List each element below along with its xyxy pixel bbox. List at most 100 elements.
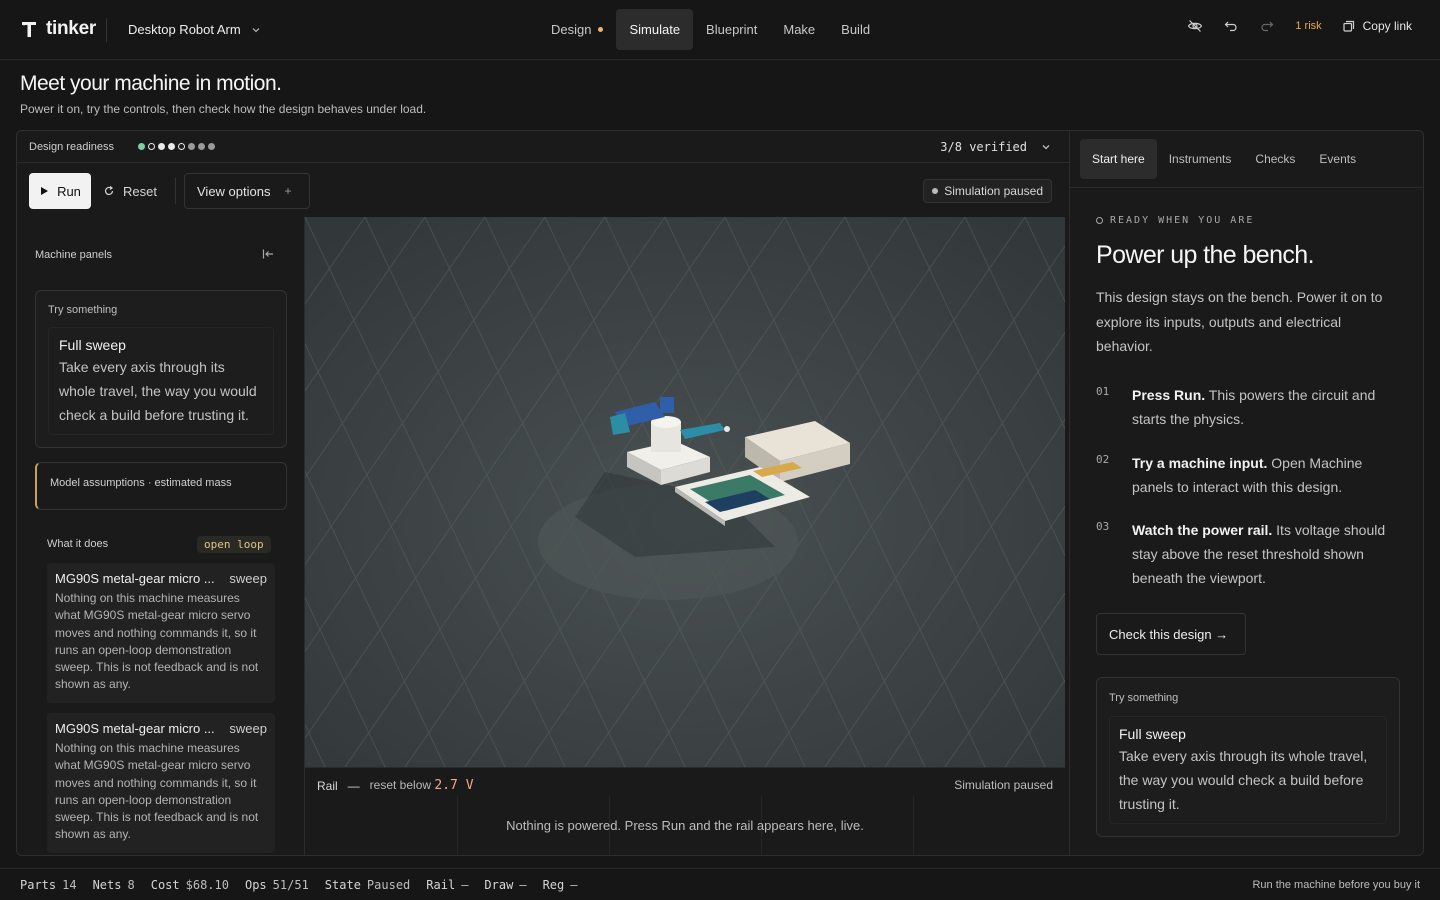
servo-name: MG90S metal-gear micro ... xyxy=(55,721,215,736)
model-assumptions-card[interactable]: Model assumptions · estimated mass xyxy=(35,462,287,510)
full-sweep-action[interactable]: Full sweep Take every axis through its w… xyxy=(48,327,274,435)
readiness-dot xyxy=(188,143,195,150)
page-title: Meet your machine in motion. xyxy=(20,72,282,95)
stat-state: State Paused xyxy=(324,878,411,892)
step-bold: Try a machine input. xyxy=(1132,455,1268,471)
readiness-dot xyxy=(148,143,155,150)
power-rail-panel: Rail — reset below 2.7 V Simulation paus… xyxy=(305,767,1065,855)
guide-panel: Start here Instruments Checks Events REA… xyxy=(1069,131,1423,855)
risk-indicator[interactable]: 1 risk xyxy=(1295,20,1321,32)
tab-instruments[interactable]: Instruments xyxy=(1157,139,1244,179)
3d-viewport[interactable] xyxy=(305,217,1065,767)
chevron-down-icon xyxy=(252,27,260,32)
kicker-text: READY WHEN YOU ARE xyxy=(1110,215,1255,226)
ring-icon xyxy=(1096,217,1103,224)
simulation-panel: Design readiness 3/8 verified Run Reset … xyxy=(16,130,1424,856)
stat-ops: Ops 51/51 xyxy=(244,878,309,892)
verified-count[interactable]: 3/8 verified xyxy=(940,140,1051,154)
readiness-label: Design readiness xyxy=(29,141,114,153)
view-options-button[interactable]: View options + xyxy=(184,173,310,209)
viewport-scene xyxy=(305,217,1065,767)
stat-rail: Rail — xyxy=(426,878,469,892)
check-design-button[interactable]: Check this design → xyxy=(1096,613,1246,655)
action-title: Full sweep xyxy=(59,337,126,353)
reset-threshold-label: reset below 2.7 V xyxy=(370,778,474,793)
stat-parts: Parts 14 xyxy=(20,878,77,892)
warning-dot xyxy=(598,27,604,32)
step-text: Press Run. This powers the circuit and s… xyxy=(1132,383,1396,431)
plus-icon: + xyxy=(284,184,292,198)
full-sweep-action[interactable]: Full sweep Take every axis through its w… xyxy=(1109,716,1387,824)
toolbar: 1 risk Copy link xyxy=(1187,18,1412,34)
action-description: Take every axis through its whole travel… xyxy=(59,359,257,423)
card-label: Try something xyxy=(1109,692,1179,704)
tab-label: Build xyxy=(841,22,871,37)
tab-simulate[interactable]: Simulate xyxy=(616,9,694,50)
stat-nets: Nets 8 xyxy=(92,878,135,892)
tab-label: Design xyxy=(551,22,592,37)
rail-label: Rail — reset below 2.7 V xyxy=(317,778,474,793)
verified-text: 3/8 verified xyxy=(940,140,1027,154)
divider xyxy=(1070,187,1423,188)
ready-kicker: READY WHEN YOU ARE xyxy=(1096,215,1254,226)
tab-design[interactable]: Design xyxy=(538,9,616,50)
status-note: Run the machine before you buy it xyxy=(1252,879,1420,891)
project-selector[interactable]: Desktop Robot Arm xyxy=(128,22,261,37)
tinker-logo-icon xyxy=(22,22,36,37)
servo-description: Nothing on this machine measures what MG… xyxy=(55,741,259,842)
simulation-controls: Run Reset View options + Simulation paus… xyxy=(17,164,1069,217)
readiness-dot xyxy=(158,143,165,150)
tab-make[interactable]: Make xyxy=(770,9,828,50)
rail-empty-message: Nothing is powered. Press Run and the ra… xyxy=(506,818,864,833)
chevron-down-icon xyxy=(1042,145,1050,150)
copy-link-label: Copy link xyxy=(1362,19,1412,33)
guide-title: Power up the bench. xyxy=(1096,241,1315,269)
reset-button[interactable]: Reset xyxy=(103,173,157,209)
step-text: Watch the power rail. Its voltage should… xyxy=(1132,518,1396,590)
copy-link-button[interactable]: Copy link xyxy=(1342,19,1412,33)
tab-events[interactable]: Events xyxy=(1307,139,1368,179)
status-bar: Parts 14 Nets 8 Cost $68.10 Ops 51/51 State P… xyxy=(0,868,1440,900)
play-icon xyxy=(41,187,49,195)
logo[interactable]: tinker xyxy=(20,18,96,40)
try-something-card: Try something Full sweep Take every axis… xyxy=(35,290,287,448)
tab-label: Make xyxy=(783,22,816,37)
machine-panels-sidebar: Machine panels Try something Full sweep … xyxy=(17,217,305,855)
rail-title: Rail xyxy=(317,778,338,793)
servo-card[interactable]: MG90S metal-gear micro ... sweep Nothing… xyxy=(47,563,275,703)
eye-off-icon[interactable] xyxy=(1187,18,1203,34)
readiness-dot xyxy=(168,143,175,150)
step-text: Try a machine input. Open Machine panels… xyxy=(1132,451,1396,499)
servo-mode: sweep xyxy=(229,571,267,586)
tab-blueprint[interactable]: Blueprint xyxy=(693,9,770,50)
collapse-sidebar-icon[interactable] xyxy=(261,247,275,264)
servo-card[interactable]: MG90S metal-gear micro ... sweep Nothing… xyxy=(47,713,275,853)
tab-checks[interactable]: Checks xyxy=(1243,139,1307,179)
what-it-does-heading: What it does xyxy=(47,538,109,550)
readiness-dot xyxy=(138,143,145,150)
divider xyxy=(106,18,107,42)
action-description: Take every axis through its whole travel… xyxy=(1119,748,1368,812)
stat-cost: Cost $68.10 xyxy=(150,878,229,892)
readiness-dot xyxy=(198,143,205,150)
assumptions-text: Model assumptions · estimated mass xyxy=(50,477,232,489)
step-number: 02 xyxy=(1096,453,1110,466)
action-title: Full sweep xyxy=(1119,726,1186,742)
redo-icon[interactable] xyxy=(1259,18,1275,34)
tab-label: Blueprint xyxy=(706,22,758,37)
readiness-bar[interactable]: Design readiness 3/8 verified xyxy=(17,131,1069,163)
run-button[interactable]: Run xyxy=(29,173,91,209)
card-label: Try something xyxy=(48,304,118,316)
tab-label: Simulate xyxy=(629,22,681,37)
stat-draw: Draw — xyxy=(484,878,527,892)
undo-icon[interactable] xyxy=(1223,18,1239,34)
tab-build[interactable]: Build xyxy=(828,9,883,50)
copy-icon xyxy=(1343,20,1354,32)
open-loop-badge: open loop xyxy=(197,536,271,553)
tab-start-here[interactable]: Start here xyxy=(1080,139,1157,179)
simulation-status-badge: Simulation paused xyxy=(923,179,1052,203)
stat-reg: Reg — xyxy=(542,878,578,892)
readiness-dot xyxy=(208,143,215,150)
reset-label: Reset xyxy=(123,183,157,199)
status-dot xyxy=(932,188,939,194)
